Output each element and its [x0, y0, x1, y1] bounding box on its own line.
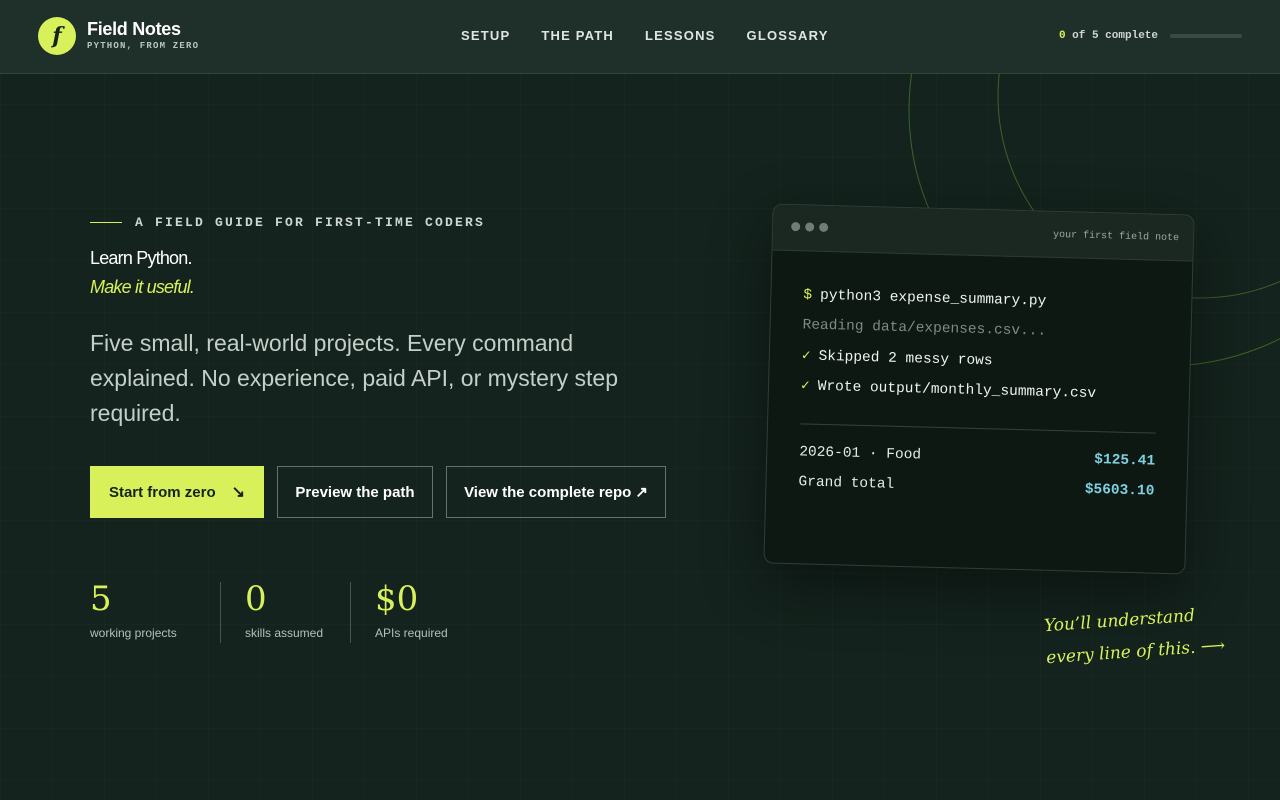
start-from-zero-button[interactable]: Start from zero ↘	[90, 466, 264, 518]
logo-badge[interactable]: f	[38, 17, 76, 55]
stat-label: working projects	[90, 626, 177, 640]
view-repo-button[interactable]: View the complete repo ↗	[446, 466, 666, 518]
hero-subtitle: Make it useful.	[90, 277, 195, 297]
summary-amount: $5603.10	[1084, 481, 1155, 500]
arrow-up-right-icon: ⟶	[1200, 635, 1226, 658]
eyebrow-rule	[90, 222, 122, 223]
window-dot-icon	[805, 222, 815, 232]
summary-amount: $125.41	[1094, 452, 1156, 470]
logo-letter: f	[52, 23, 62, 49]
eyebrow-text: A FIELD GUIDE FOR FIRST-TIME CODERS	[135, 215, 486, 230]
terminal-card: your first field note $ python3 expense_s…	[763, 203, 1195, 575]
arrow-down-right-icon: ↘	[231, 484, 246, 501]
nav-item-lessons[interactable]: LESSONS	[645, 28, 716, 43]
progress-label: of 5 complete	[1065, 30, 1158, 42]
nav-item-the-path[interactable]: THE PATH	[541, 28, 614, 43]
check-icon: ✓	[800, 378, 810, 395]
hero-eyebrow: A FIELD GUIDE FOR FIRST-TIME CODERS	[90, 215, 485, 230]
nav-item-setup[interactable]: SETUP	[461, 28, 510, 43]
check-icon: ✓	[801, 348, 811, 365]
terminal-divider	[800, 423, 1156, 434]
progress-text: 0 of 5 complete	[1059, 30, 1158, 42]
stat-label: APIs required	[375, 626, 448, 640]
stat-value: 5	[90, 579, 112, 619]
preview-path-button[interactable]: Preview the path	[277, 466, 433, 518]
terminal-title: your first field note	[1052, 229, 1180, 245]
progress-count: 0	[1058, 30, 1066, 42]
progress-bar	[1170, 34, 1242, 38]
brand-name[interactable]: Field Notes	[87, 19, 181, 40]
summary-label: 2026-01 · Food	[799, 444, 922, 464]
stat-skills: 0 skills assumed	[245, 580, 323, 640]
preview-button-label: Preview the path	[295, 483, 415, 501]
stat-divider	[220, 582, 221, 643]
terminal-body: $ python3 expense_summary.py Reading data…	[766, 251, 1192, 515]
stat-value: $0	[375, 579, 419, 619]
terminal-command: python3 expense_summary.py	[819, 287, 1047, 310]
prompt-symbol: $	[803, 287, 813, 304]
stat-divider	[350, 582, 351, 643]
skipped-text: Skipped 2 messy rows	[818, 348, 993, 370]
repo-button-label: View the complete repo	[464, 483, 632, 501]
stat-value: 0	[245, 579, 267, 619]
external-link-icon: ↗	[635, 484, 648, 501]
stat-projects: 5 working projects	[90, 580, 177, 640]
stat-apis: $0 APIs required	[375, 580, 448, 640]
hero-title: Learn Python.	[90, 248, 192, 268]
brand-tagline: PYTHON, FROM ZERO	[87, 41, 200, 51]
site-header: f Field Notes PYTHON, FROM ZERO SETUP TH…	[0, 0, 1280, 74]
handwritten-note: You’ll understand every line of this. ⟶	[1043, 598, 1226, 674]
main-nav: SETUP THE PATH LESSONS GLOSSARY	[461, 28, 829, 43]
start-button-label: Start from zero	[108, 483, 216, 501]
window-dot-icon	[819, 222, 829, 232]
stat-label: skills assumed	[245, 626, 324, 640]
progress-indicator: 0 of 5 complete	[1059, 30, 1242, 42]
hero-lede: Five small, real-world projects. Every c…	[90, 330, 619, 426]
window-dot-icon	[791, 222, 801, 232]
note-line-2-text: every line of this.	[1045, 637, 1197, 669]
nav-item-glossary[interactable]: GLOSSARY	[747, 28, 829, 43]
summary-label: Grand total	[798, 474, 895, 493]
